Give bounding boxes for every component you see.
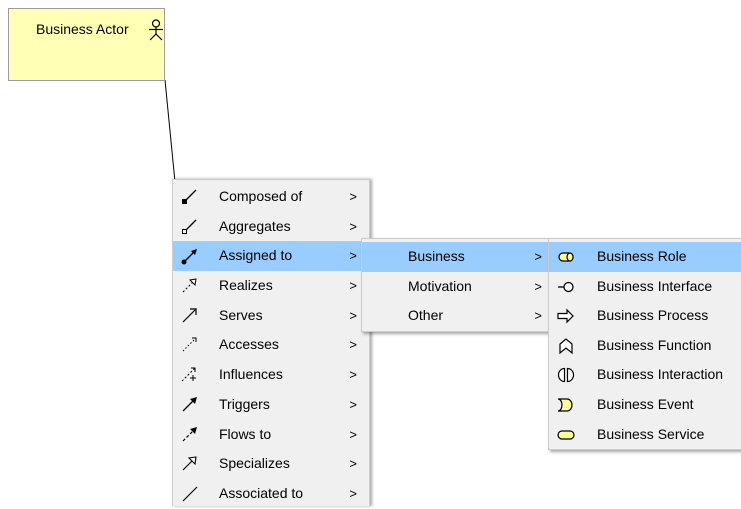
menu-item-label: Triggers	[219, 395, 270, 412]
menu-item-label: Motivation	[408, 277, 472, 294]
menu-item-business-service[interactable]: Business Service	[549, 420, 741, 450]
submenu-arrow-icon: >	[349, 218, 357, 234]
business-elements-submenu: Business Role Business Interface Busines…	[548, 238, 741, 450]
business-process-icon	[557, 308, 574, 324]
menu-item-label: Realizes	[219, 277, 273, 294]
menu-item-label: Composed of	[219, 188, 303, 204]
submenu-arrow-icon: >	[349, 367, 357, 383]
menu-item-other[interactable]: Other >	[362, 301, 550, 331]
submenu-arrow-icon: >	[349, 456, 357, 472]
submenu-arrow-icon: >	[349, 426, 357, 442]
business-event-icon	[557, 398, 573, 412]
menu-item-accesses[interactable]: Accesses >	[173, 330, 369, 360]
menu-item-label: Business Function	[597, 336, 712, 353]
submenu-arrow-icon: >	[349, 248, 357, 264]
submenu-arrow-icon: >	[534, 308, 542, 324]
menu-item-business-interaction[interactable]: Business Interaction	[549, 360, 741, 390]
menu-item-composed-of[interactable]: Composed of >	[173, 182, 369, 212]
access-icon	[182, 337, 197, 352]
business-interaction-icon	[557, 368, 575, 383]
menu-item-business-role[interactable]: Business Role	[549, 242, 741, 272]
business-actor-label: Business Actor	[36, 21, 129, 37]
submenu-arrow-icon: >	[349, 485, 357, 501]
business-actor-element[interactable]: Business Actor	[8, 8, 165, 81]
submenu-arrow-icon: >	[534, 249, 542, 264]
menu-item-business-function[interactable]: Business Function	[549, 331, 741, 361]
menu-item-business[interactable]: Business >	[362, 242, 550, 272]
category-submenu: Business > Motivation > Other >	[361, 238, 551, 332]
menu-item-label: Associated to	[219, 484, 304, 501]
submenu-arrow-icon: >	[349, 337, 357, 353]
submenu-arrow-icon: >	[349, 307, 357, 323]
specialization-icon	[182, 456, 197, 471]
menu-item-business-process[interactable]: Business Process	[549, 301, 741, 331]
serving-icon	[182, 308, 197, 323]
menu-item-flows-to[interactable]: Flows to >	[173, 420, 369, 450]
submenu-arrow-icon: >	[349, 278, 357, 294]
menu-item-label: Business Interface	[597, 277, 713, 294]
menu-item-triggers[interactable]: Triggers >	[173, 390, 369, 420]
menu-item-label: Aggregates	[219, 217, 291, 234]
triggering-icon	[182, 396, 197, 412]
menu-item-label: Business Role	[597, 248, 687, 264]
menu-item-business-interface[interactable]: Business Interface	[549, 272, 741, 302]
menu-item-business-event[interactable]: Business Event	[549, 390, 741, 420]
menu-item-label: Business Event	[597, 395, 694, 412]
submenu-arrow-icon: >	[534, 278, 542, 294]
menu-item-associated-to[interactable]: Associated to >	[173, 479, 369, 509]
menu-item-label: Assigned to	[219, 247, 293, 264]
submenu-arrow-icon: >	[349, 189, 357, 204]
menu-item-label: Business Service	[597, 425, 705, 442]
aggregation-icon	[182, 219, 197, 234]
menu-item-realizes[interactable]: Realizes >	[173, 271, 369, 301]
menu-item-motivation[interactable]: Motivation >	[362, 272, 550, 302]
menu-item-label: Business Interaction	[597, 366, 724, 383]
menu-item-specializes[interactable]: Specializes >	[173, 449, 369, 479]
realization-icon	[182, 278, 197, 293]
menu-item-serves[interactable]: Serves >	[173, 301, 369, 331]
menu-item-label: Specializes	[219, 455, 290, 472]
stick-figure-icon	[149, 19, 163, 41]
business-function-icon	[559, 338, 573, 355]
relations-menu: Composed of > Aggregates > Assigned to >…	[172, 179, 370, 506]
composition-icon	[182, 189, 197, 204]
flow-icon	[182, 426, 197, 441]
business-interface-icon	[558, 281, 574, 292]
menu-item-label: Serves	[219, 306, 263, 323]
business-role-icon	[558, 252, 574, 262]
menu-item-label: Influences	[219, 366, 283, 383]
submenu-arrow-icon: >	[349, 396, 357, 412]
menu-item-label: Business	[408, 248, 465, 264]
menu-item-assigned-to[interactable]: Assigned to >	[173, 241, 369, 272]
menu-item-influences[interactable]: Influences >	[173, 360, 369, 390]
association-icon	[182, 486, 198, 502]
assignment-icon	[181, 249, 197, 265]
menu-item-label: Business Process	[597, 307, 709, 324]
menu-item-label: Accesses	[219, 336, 279, 353]
menu-item-label: Flows to	[219, 425, 272, 442]
menu-item-aggregates[interactable]: Aggregates >	[173, 212, 369, 242]
menu-item-label: Other	[408, 307, 444, 324]
business-service-icon	[557, 429, 575, 440]
influence-icon	[181, 367, 196, 382]
